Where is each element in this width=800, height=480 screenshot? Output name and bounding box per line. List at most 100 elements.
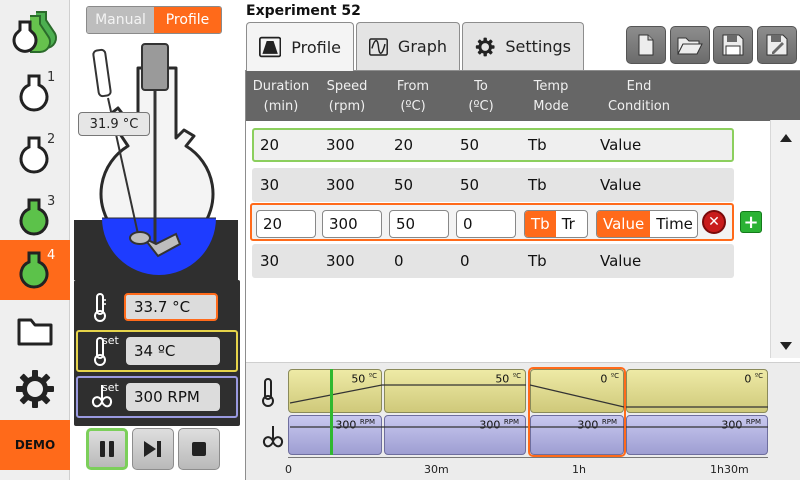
header-temp-mode: Temp Mode	[533, 79, 569, 114]
timeline-selected-segment[interactable]	[528, 367, 626, 457]
table-row[interactable]: 20 300 20 50 Tb Value	[252, 128, 734, 162]
add-row-button[interactable]: +	[740, 211, 762, 233]
temperature-setpoint-value[interactable]: 34 ºC	[126, 337, 220, 365]
header-to: To (ºC)	[468, 79, 494, 114]
to-input[interactable]	[456, 210, 516, 238]
scroll-down-arrow-icon[interactable]	[780, 342, 792, 350]
cell-temp-mode: Tb	[528, 252, 547, 270]
reactor-number: 3	[47, 194, 56, 209]
cell-duration: 30	[260, 252, 280, 270]
current-temperature-row: 33.7 °C	[76, 286, 238, 328]
open-folder-icon	[677, 37, 703, 55]
skip-next-icon	[144, 441, 161, 457]
from-input[interactable]	[389, 210, 449, 238]
new-file-button[interactable]	[626, 26, 666, 64]
save-button[interactable]	[713, 26, 753, 64]
cell-from: 50	[394, 176, 414, 194]
save-as-icon	[766, 34, 788, 56]
speed-setpoint-row[interactable]: set 300 RPM	[76, 376, 238, 418]
cell-to: 0	[460, 252, 470, 270]
reactor-panel: Manual Profile 31.9 °C 33.7 °C set 34 ºC…	[70, 0, 244, 480]
delete-row-button[interactable]: ✕	[702, 210, 726, 234]
mode-manual-option[interactable]: Manual	[87, 7, 154, 33]
scroll-up-arrow-icon[interactable]	[780, 134, 792, 142]
cell-end-condition: Value	[600, 136, 642, 154]
cell-duration: 20	[260, 136, 280, 154]
end-condition-option-value[interactable]: Value	[597, 211, 651, 237]
plus-icon: +	[743, 211, 759, 233]
sidebar-item-all-reactors[interactable]	[0, 0, 70, 62]
timeline-tick-label: 30m	[424, 463, 449, 476]
sidebar-item-files[interactable]	[0, 300, 70, 362]
pause-button[interactable]	[86, 428, 128, 470]
open-file-button[interactable]	[670, 26, 710, 64]
cell-duration: 30	[260, 176, 280, 194]
temp-mode-option-tr[interactable]: Tr	[556, 211, 581, 237]
table-header: Duration (min) Speed (rpm) From (ºC) To (ºC)…	[246, 71, 800, 121]
close-icon: ✕	[708, 214, 720, 230]
gear-icon	[16, 370, 54, 408]
speed-setpoint-value[interactable]: 300 RPM	[126, 383, 220, 411]
table-row[interactable]: 30 300 50 50 Tb Value	[252, 168, 734, 202]
stop-icon	[192, 442, 206, 456]
sidebar-item-reactor-1[interactable]: 1	[0, 62, 70, 124]
tab-settings[interactable]: Settings	[462, 22, 584, 70]
tab-profile[interactable]: Profile	[246, 22, 354, 71]
header-end-condition: End Condition	[607, 79, 671, 114]
header-from: From (ºC)	[396, 79, 430, 114]
table-row[interactable]: 30 300 0 0 Tb Value	[252, 244, 734, 278]
table-scrollbar[interactable]	[770, 120, 800, 358]
cell-end-condition: Value	[600, 176, 642, 194]
timeline-axis	[288, 457, 768, 458]
reactor-number: 4	[47, 248, 56, 263]
run-controls	[86, 428, 220, 470]
cell-speed: 300	[326, 252, 355, 270]
folder-icon	[17, 318, 53, 346]
reactor-flask-illustration	[74, 43, 238, 280]
export-button[interactable]	[757, 26, 797, 64]
sidebar-item-reactor-3[interactable]: 3	[0, 186, 70, 248]
mode-toggle[interactable]: Manual Profile	[86, 6, 222, 34]
profile-timeline: 50 ºC 50 ºC 0 ºC 0 ºC 300 RPM 300 RPM 30…	[246, 362, 800, 480]
stop-button[interactable]	[178, 428, 220, 470]
sidebar-item-settings[interactable]	[0, 358, 70, 420]
cell-end-condition: Value	[600, 252, 642, 270]
floppy-disk-icon	[722, 34, 744, 56]
cell-temp-mode: Tb	[528, 176, 547, 194]
skip-step-button[interactable]	[132, 428, 174, 470]
timeline-tick-label: 1h30m	[710, 463, 749, 476]
cell-from: 0	[394, 252, 404, 270]
sine-wave-icon	[369, 37, 388, 56]
gear-icon	[475, 37, 495, 56]
demo-badge: DEMO	[0, 420, 70, 470]
timeline-tick-label: 1h	[572, 463, 586, 476]
duration-input[interactable]	[256, 210, 316, 238]
end-condition-option-time[interactable]: Time	[650, 211, 697, 237]
new-document-icon	[638, 34, 654, 56]
profile-icon	[259, 36, 282, 58]
temp-mode-option-tb[interactable]: Tb	[525, 211, 556, 237]
tab-graph[interactable]: Graph	[356, 22, 460, 70]
cell-speed: 300	[326, 176, 355, 194]
header-speed: Speed (rpm)	[326, 79, 368, 114]
mode-profile-option[interactable]: Profile	[154, 7, 221, 33]
setpoint-tag: set	[102, 381, 119, 394]
tab-label: Graph	[397, 37, 447, 56]
cell-to: 50	[460, 136, 480, 154]
pause-icon	[100, 441, 114, 457]
reactor-number: 1	[47, 70, 56, 85]
end-condition-selector[interactable]: Value Time	[596, 210, 698, 238]
readouts-panel: 33.7 °C set 34 ºC set 300 RPM	[74, 280, 240, 426]
sidebar-item-reactor-2[interactable]: 2	[0, 124, 70, 186]
timeline-tick-label: 0	[285, 463, 292, 476]
setpoint-tag: set	[102, 334, 119, 347]
speed-input[interactable]	[322, 210, 382, 238]
temperature-setpoint-row[interactable]: set 34 ºC	[76, 330, 238, 372]
tab-label: Settings	[505, 37, 571, 56]
temp-mode-selector[interactable]: Tb Tr	[524, 210, 588, 238]
header-duration: Duration (min)	[252, 79, 310, 114]
reactor-number: 2	[47, 132, 56, 147]
sidebar-item-reactor-4[interactable]: 4	[0, 240, 70, 300]
timeline-progress-cursor	[330, 369, 333, 455]
cell-temp-mode: Tb	[528, 136, 547, 154]
